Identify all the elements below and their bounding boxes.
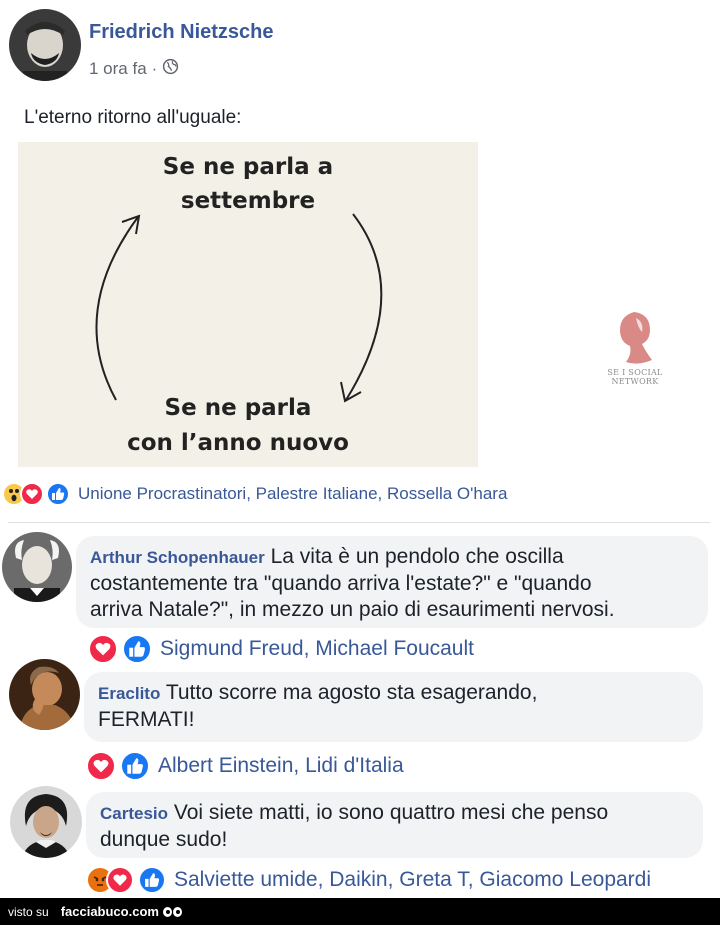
comment-avatar-cartesio[interactable]	[10, 786, 82, 858]
like-icon	[122, 634, 152, 664]
time-separator: ·	[151, 59, 158, 78]
comment-text: La vita è un pendolo che oscilla	[270, 545, 564, 568]
comment-text-line-3: arriva Natale?", in mezzo un paio di esa…	[90, 598, 615, 621]
like-icon	[46, 482, 70, 506]
post-reactions-row[interactable]: Unione Procrastinatori, Palestre Italian…	[2, 482, 507, 506]
post-reaction-names[interactable]: Unione Procrastinatori, Palestre Italian…	[78, 484, 507, 504]
eyes-icon	[162, 906, 182, 917]
footer-bar: visto su facciabuco.com	[0, 898, 720, 925]
love-icon	[88, 634, 118, 664]
comment-avatar-schopenhauer[interactable]	[2, 532, 72, 602]
post-timestamp[interactable]: 1 ora fa ·	[89, 58, 179, 80]
comment-reaction-names[interactable]: Salviette umide, Daikin, Greta T, Giacom…	[174, 868, 651, 892]
cycle-arrows	[95, 213, 383, 403]
love-icon	[20, 482, 44, 506]
comment-line-1: Eraclito Tutto scorre ma agosto sta esag…	[98, 680, 689, 707]
comment-line-1: Cartesio Voi siete matti, io sono quattr…	[100, 800, 689, 827]
like-icon	[120, 751, 150, 781]
comment-text-line-2: costantemente tra "quando arriva l'estat…	[90, 572, 592, 595]
comment-avatar-eraclito[interactable]	[9, 659, 80, 730]
comment-text: Tutto scorre ma agosto sta esagerando,	[165, 681, 538, 704]
like-icon	[138, 866, 166, 894]
comments-divider	[8, 522, 710, 523]
comment-author-name[interactable]: Arthur Schopenhauer	[90, 548, 265, 567]
comment-bubble[interactable]: Cartesio Voi siete matti, io sono quattr…	[86, 792, 703, 858]
comment-reaction-names[interactable]: Albert Einstein, Lidi d'Italia	[158, 754, 404, 778]
post-time-text: 1 ora fa	[89, 59, 147, 78]
comment-author-name[interactable]: Eraclito	[98, 684, 160, 703]
globe-icon	[162, 58, 179, 80]
comment-reactions-row[interactable]: Salviette umide, Daikin, Greta T, Giacom…	[86, 866, 651, 894]
watermark-line-2: NETWORK	[611, 377, 659, 386]
love-icon	[86, 751, 116, 781]
comment-reactions-row[interactable]: Sigmund Freud, Michael Foucault	[88, 634, 474, 664]
comment-line-1: Arthur Schopenhauer La vita è un pendolo…	[90, 544, 694, 571]
comment-bubble[interactable]: Eraclito Tutto scorre ma agosto sta esag…	[84, 672, 703, 742]
comment-text-line-2: FERMATI!	[98, 708, 195, 731]
comment-text: Voi siete matti, io sono quattro mesi ch…	[173, 801, 609, 824]
post-author-name[interactable]: Friedrich Nietzsche	[89, 21, 274, 44]
footer-prefix: visto su	[8, 904, 49, 919]
love-icon	[106, 866, 134, 894]
watermark-line-1: SE I SOCIAL	[607, 368, 663, 377]
post-image[interactable]: Se ne parla a settembre Se ne parla con …	[18, 142, 478, 467]
watermark-logo: SE I SOCIAL NETWORK	[600, 310, 670, 386]
comment-bubble[interactable]: Arthur Schopenhauer La vita è un pendolo…	[76, 536, 708, 628]
post-text: L'eterno ritorno all'uguale:	[24, 107, 242, 128]
footer-brand-link[interactable]: facciabuco.com	[61, 904, 159, 919]
comment-reactions-row[interactable]: Albert Einstein, Lidi d'Italia	[86, 751, 404, 781]
comment-text-line-2: dunque sudo!	[100, 828, 228, 851]
comment-reaction-names[interactable]: Sigmund Freud, Michael Foucault	[160, 637, 474, 661]
comment-author-name[interactable]: Cartesio	[100, 804, 168, 823]
post-author-avatar[interactable]	[9, 9, 81, 81]
watermark-silhouette-icon	[620, 312, 652, 364]
